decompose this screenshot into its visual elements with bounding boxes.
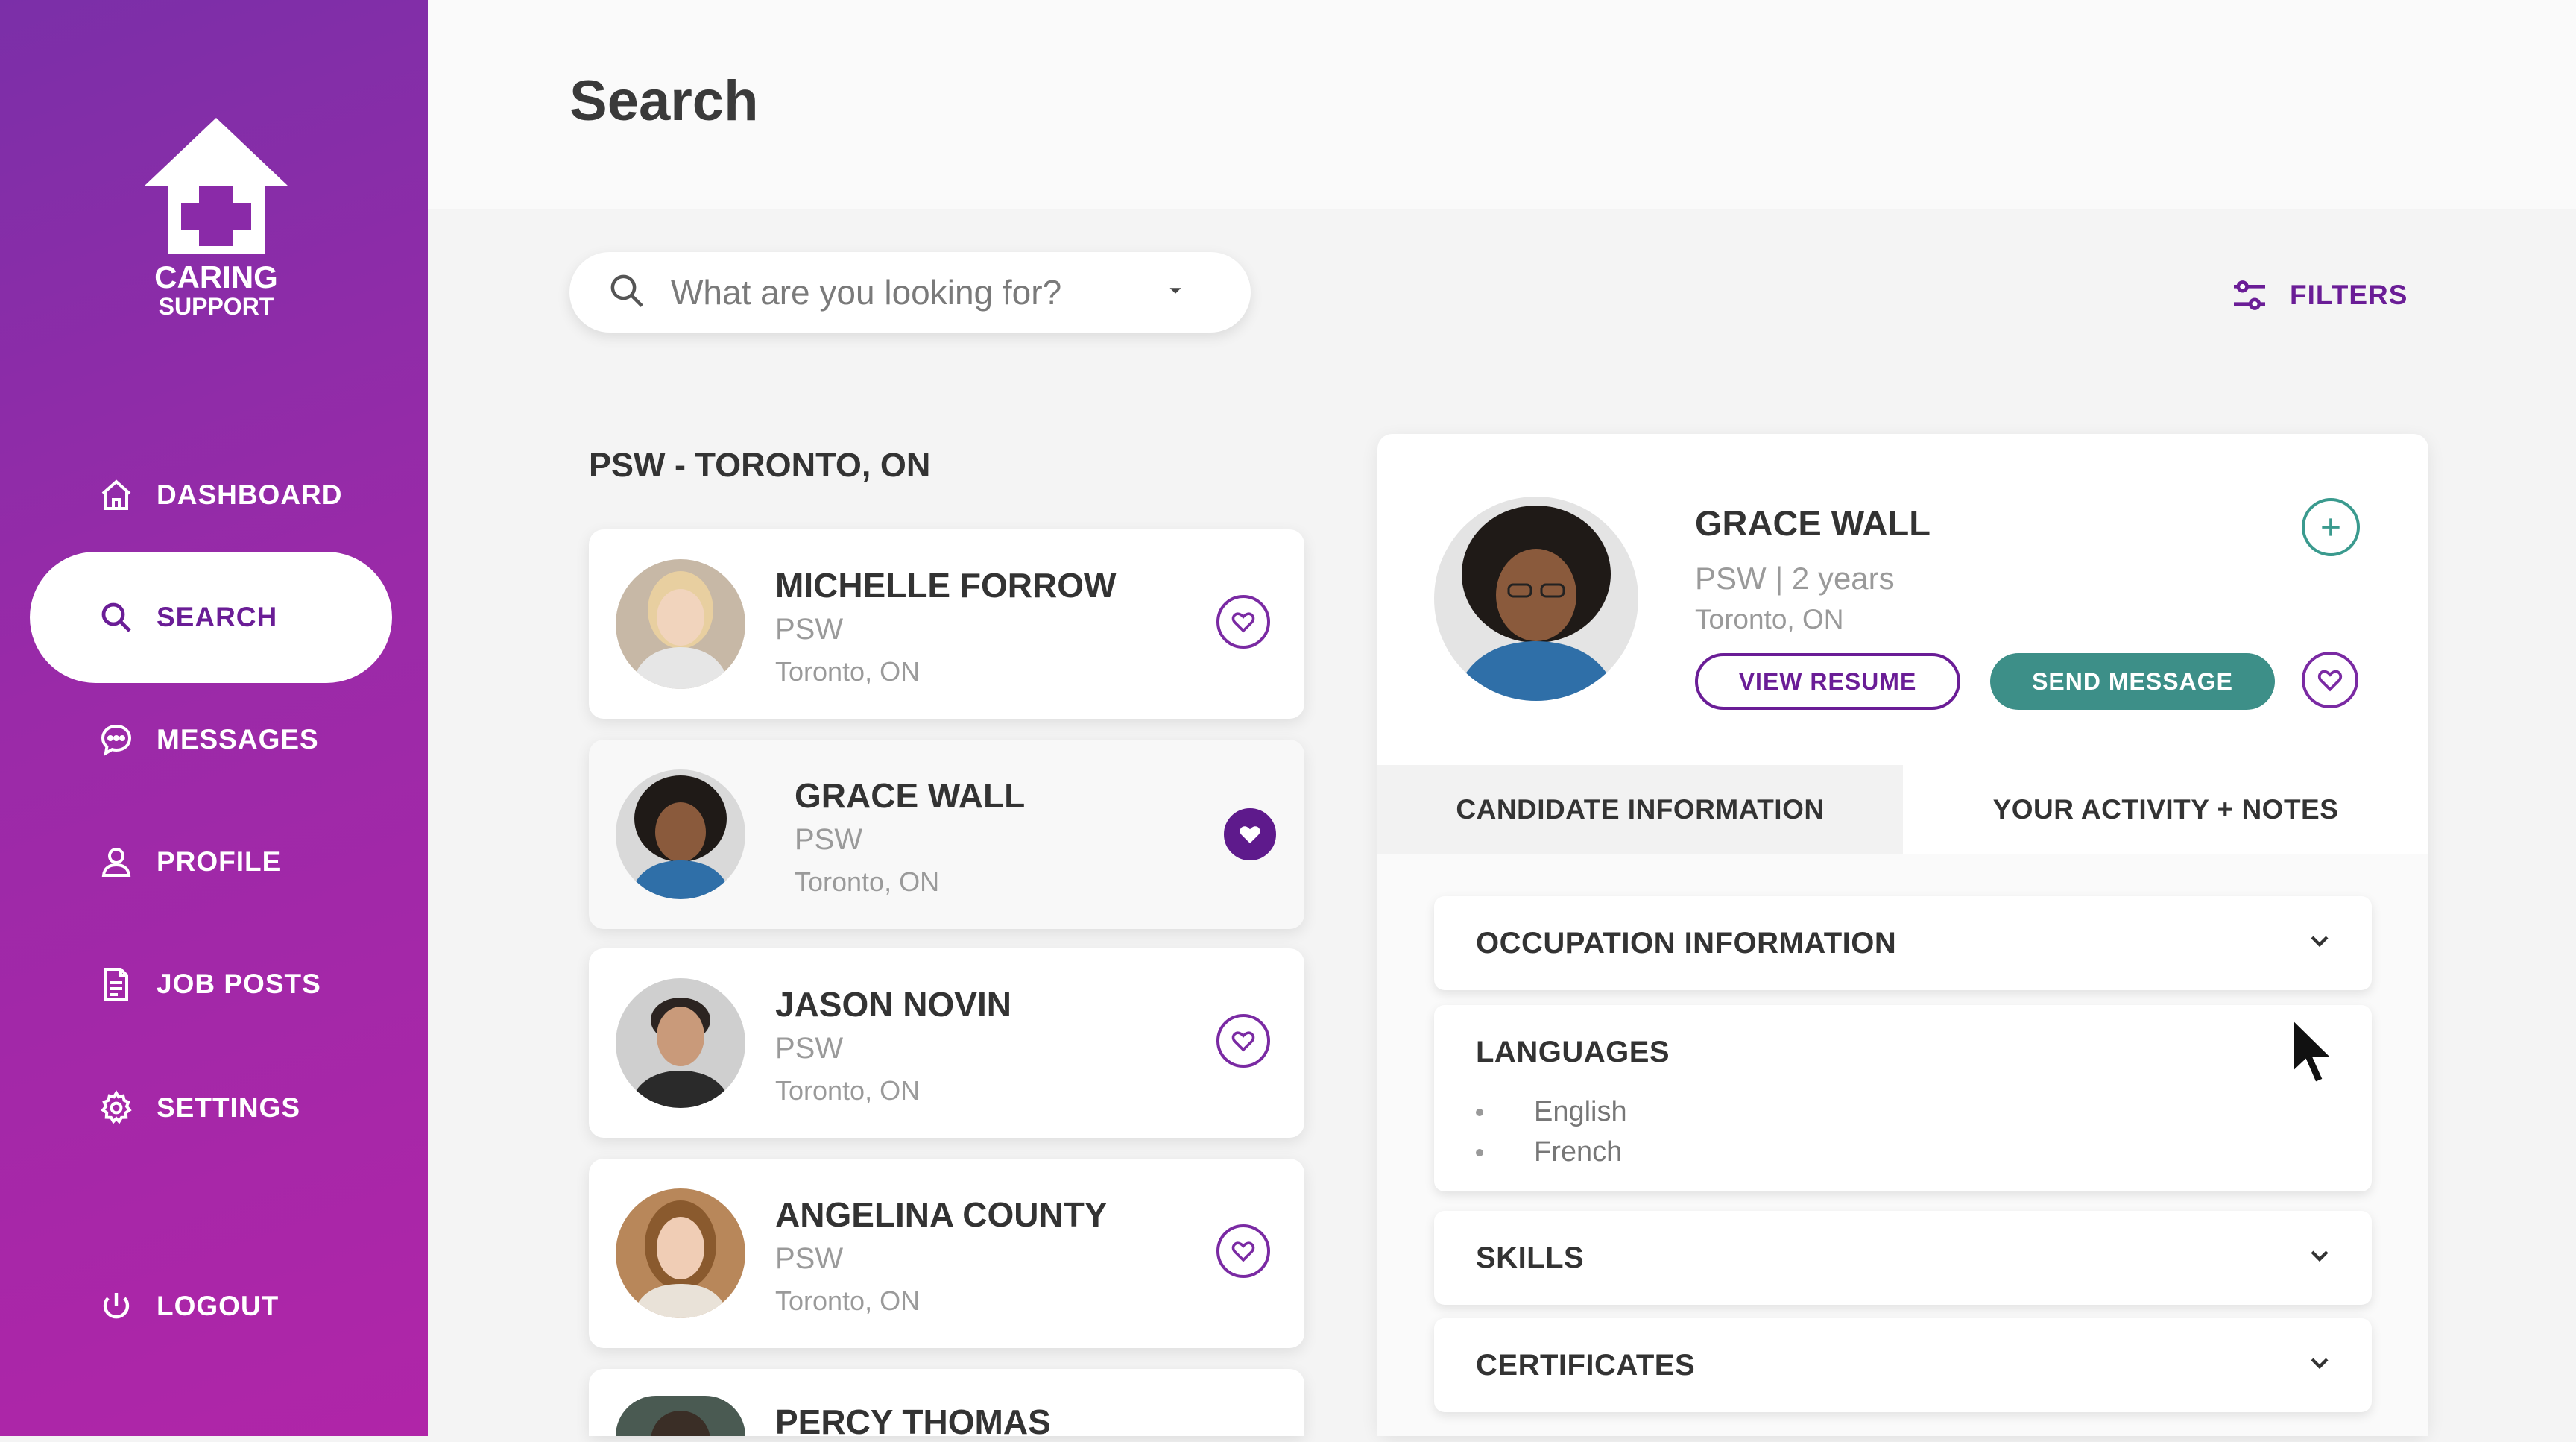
view-resume-button[interactable]: VIEW RESUME xyxy=(1695,653,1960,710)
nav-search[interactable]: SEARCH xyxy=(30,552,392,683)
user-icon xyxy=(95,841,137,883)
favorite-button[interactable] xyxy=(1216,1224,1270,1278)
candidate-name: MICHELLE FORROW xyxy=(775,566,1117,605)
language-label: English xyxy=(1534,1096,1627,1127)
candidate-role: PSW xyxy=(775,1242,844,1275)
document-icon xyxy=(95,963,137,1005)
accordion-title: OCCUPATION INFORMATION xyxy=(1476,926,1897,960)
nav-job-posts-label: JOB POSTS xyxy=(157,969,321,999)
brand-line1: CARING xyxy=(154,259,278,295)
avatar xyxy=(616,1188,745,1318)
tab-activity-notes[interactable]: YOUR ACTIVITY + NOTES xyxy=(1903,765,2428,854)
candidate-card[interactable]: JASON NOVIN PSW Toronto, ON xyxy=(589,948,1304,1138)
candidate-location: Toronto, ON xyxy=(775,656,921,687)
candidate-name: JASON NOVIN xyxy=(775,985,1011,1024)
favorite-button[interactable] xyxy=(1216,595,1270,649)
plus-icon xyxy=(2322,518,2340,536)
candidate-role: PSW xyxy=(795,823,863,856)
tab-candidate-information[interactable]: CANDIDATE INFORMATION xyxy=(1377,765,1903,854)
avatar xyxy=(616,978,745,1108)
language-item: English xyxy=(1476,1096,1627,1128)
candidate-card[interactable]: ANGELINA COUNTY PSW Toronto, ON xyxy=(589,1159,1304,1348)
avatar xyxy=(616,1396,745,1436)
accordion-occupation[interactable]: OCCUPATION INFORMATION xyxy=(1434,896,2372,990)
accordion-title: SKILLS xyxy=(1476,1241,1585,1274)
candidate-location: Toronto, ON xyxy=(775,1075,921,1106)
house-cross-icon xyxy=(144,118,288,254)
accordion-skills[interactable]: SKILLS xyxy=(1434,1211,2372,1305)
language-label: French xyxy=(1534,1136,1623,1168)
mouse-cursor-icon xyxy=(2291,1014,2337,1086)
search-input[interactable] xyxy=(669,271,1149,313)
candidate-card[interactable]: PERCY THOMAS xyxy=(589,1369,1304,1441)
nav-profile-label: PROFILE xyxy=(157,846,282,877)
nav-search-label: SEARCH xyxy=(157,602,278,632)
nav-profile[interactable]: PROFILE xyxy=(30,796,392,928)
nav-messages-label: MESSAGES xyxy=(157,724,319,755)
home-icon xyxy=(95,474,137,516)
detail-role: PSW | 2 years xyxy=(1695,561,1895,596)
avatar xyxy=(616,559,745,689)
detail-location: Toronto, ON xyxy=(1695,604,1844,635)
avatar xyxy=(616,769,745,899)
search-bar[interactable] xyxy=(569,252,1251,333)
nav-logout-label: LOGOUT xyxy=(157,1291,280,1321)
heart-filled-icon xyxy=(1240,826,1260,843)
nav-logout[interactable]: LOGOUT xyxy=(30,1241,392,1372)
page-title: Search xyxy=(569,69,759,133)
accordion-title: CERTIFICATES xyxy=(1476,1348,1696,1382)
brand-logo[interactable]: CARING SUPPORT xyxy=(112,112,321,319)
brand-line2: SUPPORT xyxy=(158,293,274,320)
chevron-down-icon xyxy=(2311,1358,2329,1370)
nav-dashboard-label: DASHBOARD xyxy=(157,479,343,510)
accordion-certificates[interactable]: CERTIFICATES xyxy=(1434,1318,2372,1412)
candidate-name: GRACE WALL xyxy=(795,776,1026,815)
dropdown-caret-icon[interactable] xyxy=(1164,280,1187,306)
chat-icon xyxy=(95,719,137,761)
detail-name: GRACE WALL xyxy=(1695,503,1931,543)
nav-messages[interactable]: MESSAGES xyxy=(30,674,392,805)
search-icon xyxy=(607,271,647,315)
filters-label: FILTERS xyxy=(2290,280,2408,310)
candidate-role: PSW xyxy=(775,613,844,646)
filters-button[interactable]: FILTERS xyxy=(2229,274,2408,316)
nav-settings-label: SETTINGS xyxy=(157,1092,301,1123)
candidate-card[interactable]: GRACE WALL PSW Toronto, ON xyxy=(589,740,1304,929)
results-heading: PSW - TORONTO, ON xyxy=(589,446,931,484)
candidate-location: Toronto, ON xyxy=(775,1285,921,1316)
accordion-title: LANGUAGES xyxy=(1476,1035,1670,1068)
nav-dashboard[interactable]: DASHBOARD xyxy=(30,429,392,561)
chevron-down-icon xyxy=(2311,1250,2329,1262)
nav-job-posts[interactable]: JOB POSTS xyxy=(30,919,392,1050)
heart-outline-icon xyxy=(1231,612,1255,633)
heart-outline-icon xyxy=(1231,1241,1255,1262)
bullet xyxy=(1476,1148,1483,1156)
language-item: French xyxy=(1476,1136,1622,1168)
candidate-card[interactable]: MICHELLE FORROW PSW Toronto, ON xyxy=(589,529,1304,719)
candidate-location: Toronto, ON xyxy=(795,866,940,897)
power-icon xyxy=(95,1285,137,1327)
nav-settings[interactable]: SETTINGS xyxy=(30,1042,392,1174)
heart-outline-icon xyxy=(1231,1031,1255,1052)
send-message-button[interactable]: SEND MESSAGE xyxy=(1990,653,2275,710)
candidate-role: PSW xyxy=(775,1032,844,1065)
candidate-name: ANGELINA COUNTY xyxy=(775,1195,1108,1234)
heart-outline-icon xyxy=(2317,670,2343,692)
chevron-down-icon xyxy=(2311,936,2329,948)
sliders-icon xyxy=(2234,280,2265,310)
favorite-button[interactable] xyxy=(2302,652,2358,708)
bullet xyxy=(1476,1108,1483,1116)
detail-avatar xyxy=(1434,497,1638,701)
favorite-button[interactable] xyxy=(1216,1014,1270,1068)
sidebar: CARING SUPPORT DASHBOARD SEARCH MESSAGES… xyxy=(0,0,428,1436)
accordion-languages[interactable]: LANGUAGES English French xyxy=(1434,1005,2372,1191)
gear-icon xyxy=(95,1087,137,1129)
search-icon xyxy=(95,596,137,638)
add-candidate-button[interactable] xyxy=(2302,498,2360,556)
favorite-button[interactable] xyxy=(1224,808,1276,860)
